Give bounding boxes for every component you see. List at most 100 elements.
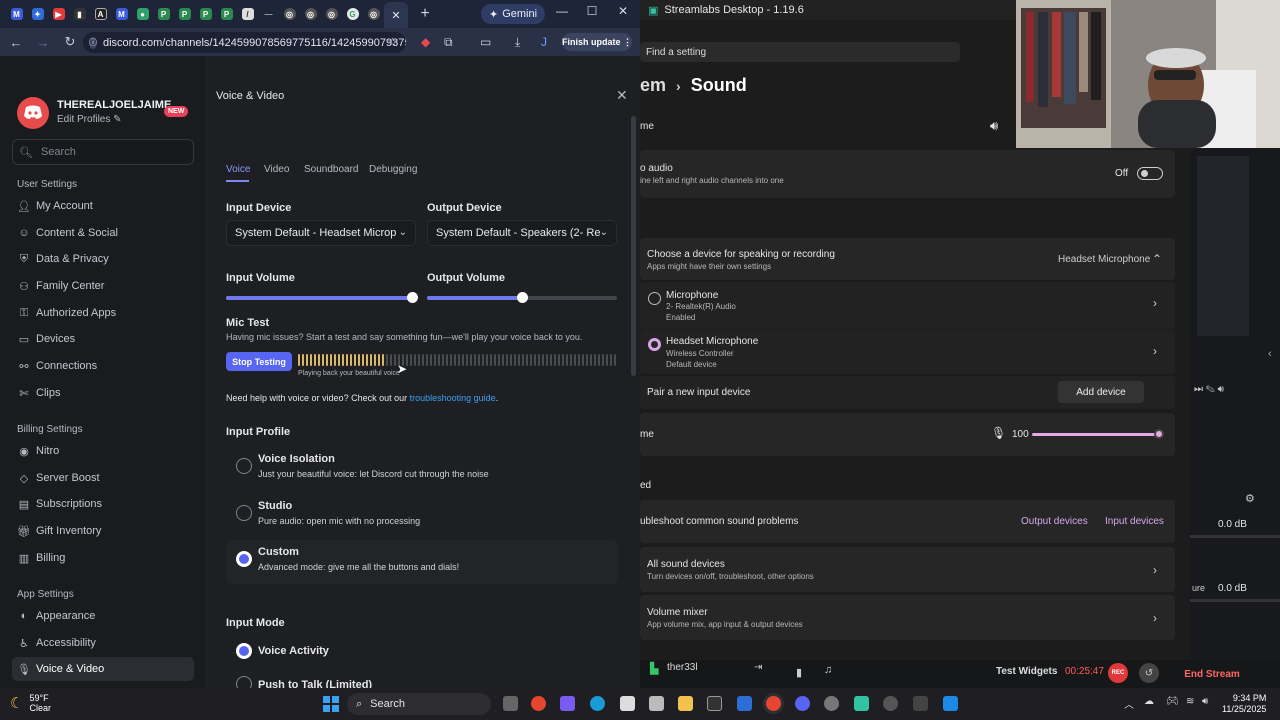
chevron-right-icon[interactable]: ›	[1153, 344, 1157, 358]
output-volume-slider[interactable]	[427, 292, 617, 303]
extension-icon[interactable]: ◆	[421, 35, 430, 49]
sidebar-item-voice-video[interactable]: 🎙︎ Voice & Video	[12, 657, 194, 681]
tab-debugging[interactable]: Debugging	[369, 164, 417, 175]
rec-button[interactable]: REC	[1108, 663, 1128, 683]
obs-icon[interactable]	[883, 696, 898, 711]
volume-icon[interactable]: 🔊︎	[1202, 696, 1208, 707]
test-widgets-button[interactable]: Test Widgets	[996, 666, 1057, 677]
download-icon[interactable]: ⤓	[515, 35, 520, 50]
input-volume-slider[interactable]	[226, 292, 418, 303]
maximize-button[interactable]: ☐	[580, 4, 604, 18]
weather-widget[interactable]: ☾ 59°F Clear	[10, 693, 51, 713]
tab-15[interactable]: ◎	[300, 5, 321, 23]
sidebar-item-billing[interactable]: ▥ Billing	[12, 546, 194, 570]
forward-button[interactable]: →	[31, 35, 55, 50]
edit-profiles-link[interactable]: Edit Profiles ✎	[57, 114, 122, 125]
collapse-arrow-icon[interactable]: ‹	[1268, 348, 1272, 360]
profile-icon[interactable]: J	[541, 35, 547, 49]
finish-update-button[interactable]: Finish update ⋮	[562, 33, 632, 51]
troubleshooting-guide-link[interactable]: troubleshooting guide	[410, 393, 496, 403]
puzzle-icon[interactable]: ⧉	[444, 35, 453, 50]
chrome-icon[interactable]	[531, 696, 546, 711]
mixer-controls-icon[interactable]: ⏭ ✎ 🔊︎	[1194, 384, 1224, 395]
edge-icon[interactable]	[590, 696, 605, 711]
chevron-up-icon[interactable]: ⌃	[1152, 252, 1162, 266]
app-icon[interactable]	[943, 696, 958, 711]
clock[interactable]: 9:34 PM 11/25/2025	[1222, 693, 1266, 715]
sidebar-item-connections[interactable]: ⚯ Connections	[12, 354, 194, 378]
new-tab-button[interactable]: +	[416, 5, 434, 23]
logout-icon[interactable]: ⇥	[754, 662, 762, 673]
tab-7[interactable]: ●	[132, 5, 153, 23]
scrollbar[interactable]	[631, 116, 636, 376]
sidebar-item-authorized-apps[interactable]: ⚿ Authorized Apps	[12, 301, 194, 325]
streamlabs-icon[interactable]	[854, 696, 869, 711]
sidebar-item-devices[interactable]: ▭ Devices	[12, 327, 194, 351]
tab-13[interactable]: —	[258, 5, 279, 23]
sidebar-item-content-social[interactable]: ☺ Content & Social	[12, 221, 194, 245]
stats-icon[interactable]: ▮	[796, 666, 802, 679]
sidebar-item-nitro[interactable]: ◉ Nitro	[12, 439, 194, 463]
studio-radio[interactable]	[236, 505, 252, 521]
cloud-icon[interactable]: ☁	[1144, 696, 1154, 707]
copilot-icon[interactable]	[560, 696, 575, 711]
gemini-button[interactable]: ✦ Gemini	[481, 4, 545, 24]
tab-16[interactable]: ◎	[321, 5, 342, 23]
reload-button[interactable]: ↻	[58, 34, 82, 50]
tab-2[interactable]: ✦	[27, 5, 48, 23]
discord-icon[interactable]	[795, 696, 810, 711]
stop-testing-button[interactable]: Stop Testing	[226, 352, 292, 371]
minimize-button[interactable]: —	[550, 4, 574, 18]
start-button[interactable]	[323, 696, 339, 712]
slider-knob[interactable]	[1154, 429, 1164, 439]
tab-mail[interactable]: M	[6, 5, 27, 23]
controller-icon[interactable]: 🎮︎	[1166, 696, 1179, 707]
chevron-right-icon[interactable]: ›	[1153, 296, 1157, 310]
tab-6[interactable]: M	[111, 5, 132, 23]
output-devices-link[interactable]: Output devices	[1021, 516, 1088, 527]
taskbar-search[interactable]: ⌕ Search	[347, 693, 491, 715]
store-icon[interactable]	[620, 696, 635, 711]
wifi-icon[interactable]: ≋	[1186, 696, 1194, 707]
tab-18[interactable]: ◎	[363, 5, 384, 23]
settings-gear-icon[interactable]	[824, 696, 839, 711]
voice-isolation-radio[interactable]	[236, 458, 252, 474]
sidebar-item-gift-inventory[interactable]: 🎁︎ Gift Inventory	[12, 519, 194, 543]
close-window-button[interactable]: ✕	[611, 4, 635, 18]
app-icon[interactable]	[913, 696, 928, 711]
output-device-select[interactable]: System Default - Speakers (2- Re ⌄	[427, 220, 617, 246]
search-input[interactable]: 🔍︎ Search	[12, 139, 194, 165]
tab-voice[interactable]: Voice	[226, 164, 250, 175]
add-device-button[interactable]: Add device	[1058, 381, 1144, 403]
mono-audio-toggle[interactable]	[1137, 167, 1163, 180]
sidebar-item-family-center[interactable]: ⚇ Family Center	[12, 274, 194, 298]
end-stream-button[interactable]: End Stream	[1172, 666, 1252, 682]
slider-knob[interactable]	[407, 292, 418, 303]
microphone-radio[interactable]	[648, 292, 661, 305]
tab-8[interactable]: P	[153, 5, 174, 23]
tab-10[interactable]: P	[195, 5, 216, 23]
volume-mixer-row[interactable]	[640, 595, 1175, 640]
sidebar-item-clips[interactable]: ✄ Clips	[12, 381, 194, 405]
tab-soundboard[interactable]: Soundboard	[304, 164, 359, 175]
terminal-icon[interactable]	[707, 696, 722, 711]
tab-9[interactable]: P	[174, 5, 195, 23]
input-devices-link[interactable]: Input devices	[1105, 516, 1164, 527]
tab-discord-active[interactable]: ✕	[384, 2, 408, 28]
tab-video[interactable]: Video	[264, 164, 289, 175]
notepad-icon[interactable]	[737, 696, 752, 711]
custom-radio[interactable]	[236, 551, 252, 567]
task-view-icon[interactable]	[503, 696, 518, 711]
tab-youtube[interactable]: ▶	[48, 5, 69, 23]
folder-icon[interactable]	[678, 696, 693, 711]
sidebar-item-server-boost[interactable]: ◇ Server Boost	[12, 466, 194, 490]
address-bar[interactable]: ⓘ discord.com/channels/14245990785697751…	[83, 32, 406, 53]
app-icon[interactable]	[649, 696, 664, 711]
slider-knob[interactable]	[517, 292, 528, 303]
input-volume-slider[interactable]	[1032, 429, 1164, 439]
star-icon[interactable]: ☆	[387, 35, 398, 49]
cast-icon[interactable]: ▭	[480, 35, 491, 49]
tab-4[interactable]: ▮	[69, 5, 90, 23]
sidebar-item-subscriptions[interactable]: ▤ Subscriptions	[12, 492, 194, 516]
find-setting-input[interactable]: Find a setting	[640, 42, 960, 62]
